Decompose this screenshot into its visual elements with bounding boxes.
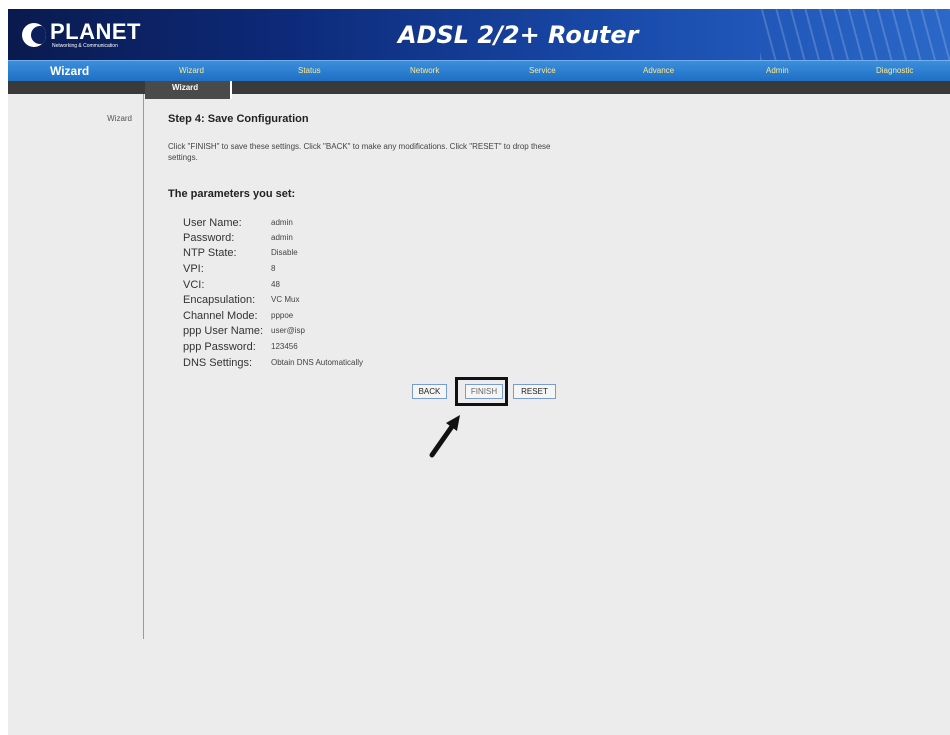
param-value: VC Mux: [271, 295, 300, 304]
param-label: ppp Password:: [183, 341, 256, 353]
nav-active-section: Wizard: [50, 64, 90, 78]
param-value: user@isp: [271, 326, 305, 335]
param-value: pppoe: [271, 311, 294, 320]
logo-tagline: Networking & Communication: [52, 43, 118, 49]
param-label: DNS Settings:: [183, 357, 253, 369]
param-value: 123456: [271, 342, 298, 351]
param-label: Password:: [183, 232, 235, 244]
pointer-arrow-icon: [429, 415, 460, 458]
reset-button[interactable]: RESET: [513, 384, 556, 399]
param-label: Channel Mode:: [183, 310, 258, 322]
param-label: NTP State:: [183, 247, 237, 259]
param-label: VPI:: [183, 263, 204, 275]
param-value: 48: [271, 280, 280, 289]
planet-logo: PLANET Networking & Communication: [22, 15, 141, 55]
param-label: User Name:: [183, 217, 242, 229]
param-label: VCI:: [183, 279, 205, 291]
sidebar: Wizard: [8, 94, 144, 639]
main-nav: Wizard Wizard Status Network Service Adv…: [8, 60, 950, 81]
header-banner: PLANET Networking & Communication ADSL 2…: [8, 9, 950, 60]
params-title: The parameters you set:: [168, 188, 296, 200]
nav-item-diagnostic[interactable]: Diagnostic: [876, 61, 913, 81]
planet-logo-icon: [22, 23, 46, 47]
router-admin-page: PLANET Networking & Communication ADSL 2…: [8, 9, 950, 735]
header-decoration: [760, 9, 950, 60]
router-title: ADSL 2/2+ Router: [398, 21, 639, 49]
step-description: Click "FINISH" to save these settings. C…: [168, 142, 551, 162]
subnav-tab-wizard[interactable]: Wizard: [145, 81, 232, 99]
param-value: 8: [271, 264, 276, 273]
sidebar-item-wizard[interactable]: Wizard: [107, 114, 132, 123]
back-button[interactable]: BACK: [412, 384, 447, 399]
nav-item-status[interactable]: Status: [298, 61, 321, 81]
sub-nav: Wizard: [8, 81, 950, 99]
param-value: admin: [271, 218, 293, 227]
param-label: Encapsulation:: [183, 294, 256, 306]
param-label: ppp User Name:: [183, 325, 264, 337]
param-value: Disable: [271, 248, 298, 257]
nav-item-service[interactable]: Service: [529, 61, 556, 81]
nav-item-network[interactable]: Network: [410, 61, 439, 81]
finish-button[interactable]: FINISH: [465, 384, 503, 399]
nav-item-advance[interactable]: Advance: [643, 61, 674, 81]
param-value: admin: [271, 233, 293, 242]
nav-item-admin[interactable]: Admin: [766, 61, 789, 81]
step-title: Step 4: Save Configuration: [168, 113, 309, 125]
nav-item-wizard[interactable]: Wizard: [179, 61, 204, 81]
logo-name: PLANET: [50, 19, 141, 44]
param-value: Obtain DNS Automatically: [271, 358, 364, 367]
